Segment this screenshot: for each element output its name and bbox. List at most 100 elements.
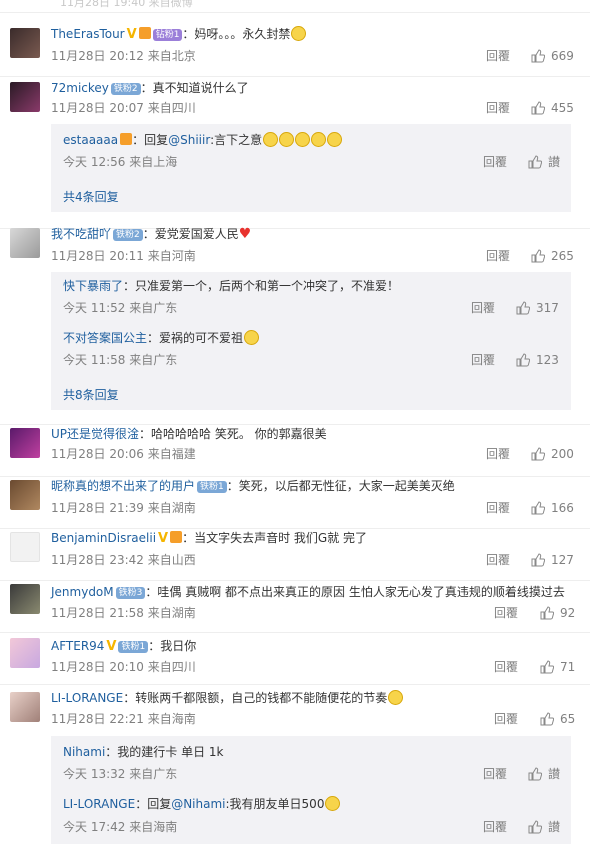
username[interactable]: 我不吃甜吖 (51, 227, 111, 241)
comment-text: ：回复 (132, 133, 169, 147)
reply-button[interactable]: 回覆 (494, 711, 518, 727)
verified-icon: V (158, 531, 169, 546)
comment-text: ：笑死，以后都无性征，大家一起美美灭绝 (226, 479, 455, 493)
comment-text: ：哇偶 真贼啊 都不点出来真正的原因 生怕人家无心发了真违规的顺着线摸过去 (145, 585, 565, 599)
username[interactable]: LI-LORANGE (63, 797, 135, 811)
username[interactable]: TheErasTour (51, 27, 125, 41)
avatar[interactable] (10, 82, 40, 112)
like-count: 455 (551, 101, 574, 115)
fan-badge: 铁粉1 (197, 481, 227, 493)
avatar[interactable] (10, 584, 40, 614)
avatar[interactable] (10, 228, 40, 258)
reply-button[interactable]: 回覆 (471, 352, 495, 368)
like-button[interactable]: 92 (540, 605, 575, 621)
fan-badge: 铁粉3 (115, 587, 146, 599)
like-button[interactable]: 123 (516, 352, 559, 368)
thumbs-up-icon (531, 553, 546, 567)
comment-meta: 11月28日 21:39 来自湖南 (51, 501, 196, 515)
reply-button[interactable]: 回覆 (486, 552, 510, 568)
smile-emoji-icon (263, 132, 279, 147)
comment-meta: 今天 11:58 来自广东 (63, 353, 178, 367)
reply-button[interactable]: 回覆 (486, 248, 510, 264)
smile-emoji-icon (325, 796, 341, 811)
username[interactable]: estaaaaa (63, 133, 118, 147)
username[interactable]: AFTER94 (51, 639, 104, 653)
reply-button[interactable]: 回覆 (483, 154, 507, 170)
smile-emoji-icon (327, 132, 343, 147)
avatar[interactable] (10, 480, 40, 510)
username[interactable]: 昵称真的想不出来了的用户 (51, 479, 195, 493)
reply-button[interactable]: 回覆 (486, 446, 510, 462)
avatar[interactable] (10, 28, 40, 58)
reply-button[interactable]: 回覆 (471, 300, 495, 316)
comment-text: ：爱党爱国爱人民 (142, 227, 239, 241)
like-button[interactable]: 669 (531, 48, 574, 64)
thumbs-up-icon (540, 660, 555, 674)
thumbs-up-icon (516, 301, 531, 315)
reply-button[interactable]: 回覆 (483, 766, 507, 782)
like-button[interactable]: 65 (540, 711, 575, 727)
like-count: 200 (551, 447, 574, 461)
like-button[interactable]: 127 (531, 552, 574, 568)
username[interactable]: 72mickey (51, 81, 109, 95)
comment-text: ：我的建行卡 单日 1k (105, 745, 224, 759)
mention-link[interactable]: @Shiiir (168, 133, 210, 147)
username[interactable]: BenjaminDisraelii (51, 531, 156, 545)
reply-button[interactable]: 回覆 (486, 48, 510, 64)
like-count: 65 (560, 712, 576, 726)
username[interactable]: JenmydoM (51, 585, 114, 599)
reply-button[interactable]: 回覆 (483, 819, 507, 835)
avatar[interactable] (10, 532, 40, 562)
thumbs-up-icon (528, 767, 543, 781)
avatar[interactable] (10, 692, 40, 722)
thumbs-up-icon (531, 447, 546, 461)
like-button[interactable]: 讃 (528, 154, 560, 170)
more-replies-link[interactable]: 共4条回复 (63, 188, 119, 205)
comment-text: ：只准爱第一个，后两个和第一个冲突了，不准爱！ (123, 279, 400, 293)
verified-icon: V (106, 639, 117, 654)
username[interactable]: LI-LORANGE (51, 691, 123, 705)
like-count: 669 (551, 49, 574, 63)
reply-button[interactable]: 回覆 (486, 500, 510, 516)
comment-meta: 11月28日 23:42 来自山西 (51, 553, 196, 567)
username[interactable]: 快下暴雨了 (63, 279, 123, 293)
reply-button[interactable]: 回覆 (494, 605, 518, 621)
comment-meta: 今天 13:32 来自广东 (63, 767, 178, 781)
comment-text: ：转账两千都限额，自己的钱都不能随便花的节奏 (123, 691, 388, 705)
like-count: 127 (551, 553, 574, 567)
sub-comment: 不对答案国公主：爱祸的可不爱祖 今天 11:58 来自广东 回覆 123 (51, 324, 571, 378)
like-button[interactable]: 讃 (528, 766, 560, 782)
comment-text: ：我日你 (148, 639, 197, 653)
comment-text-2: :我有朋友单日500 (225, 797, 325, 811)
thumbs-up-icon (528, 820, 543, 834)
like-button[interactable]: 455 (531, 100, 574, 116)
verified-icon: V (126, 27, 137, 42)
username[interactable]: UP还是觉得很淦 (51, 427, 139, 441)
like-button[interactable]: 200 (531, 446, 574, 462)
more-replies-link[interactable]: 共8条回复 (63, 386, 119, 403)
like-count: 265 (551, 249, 574, 263)
smile-emoji-icon (279, 132, 295, 147)
thumbs-up-icon (531, 49, 546, 63)
fan-badge: 铁粉2 (110, 83, 141, 95)
fan-badge: 铁粉2 (113, 229, 143, 241)
avatar[interactable] (10, 638, 40, 668)
comment-meta: 今天 12:56 来自上海 (63, 155, 178, 169)
mention-link[interactable]: @Nihami (171, 797, 225, 811)
username[interactable]: Nihami (63, 745, 105, 759)
like-button[interactable]: 71 (540, 659, 575, 675)
comment-meta: 11月28日 22:21 来自海南 (51, 712, 196, 726)
like-button[interactable]: 317 (516, 300, 559, 316)
sub-comment: estaaaaa ：回复@Shiiir:言下之意 今天 12:56 来自上海 回覆… (51, 124, 571, 180)
like-count: 317 (536, 301, 559, 315)
like-button[interactable]: 讃 (528, 819, 560, 835)
username[interactable]: 不对答案国公主 (63, 331, 147, 345)
like-button[interactable]: 265 (531, 248, 574, 264)
sub-comment: 快下暴雨了：只准爱第一个，后两个和第一个冲突了，不准爱！ 今天 11:52 来自… (51, 272, 571, 324)
comment-item: 昵称真的想不出来了的用户 铁粉1 ：笑死，以后都无性征，大家一起美美灭绝 11月28… (0, 476, 590, 529)
like-button[interactable]: 166 (531, 500, 574, 516)
comment-text: ：爱祸的可不爱祖 (147, 331, 244, 345)
avatar[interactable] (10, 428, 40, 458)
reply-button[interactable]: 回覆 (494, 659, 518, 675)
reply-button[interactable]: 回覆 (486, 100, 510, 116)
